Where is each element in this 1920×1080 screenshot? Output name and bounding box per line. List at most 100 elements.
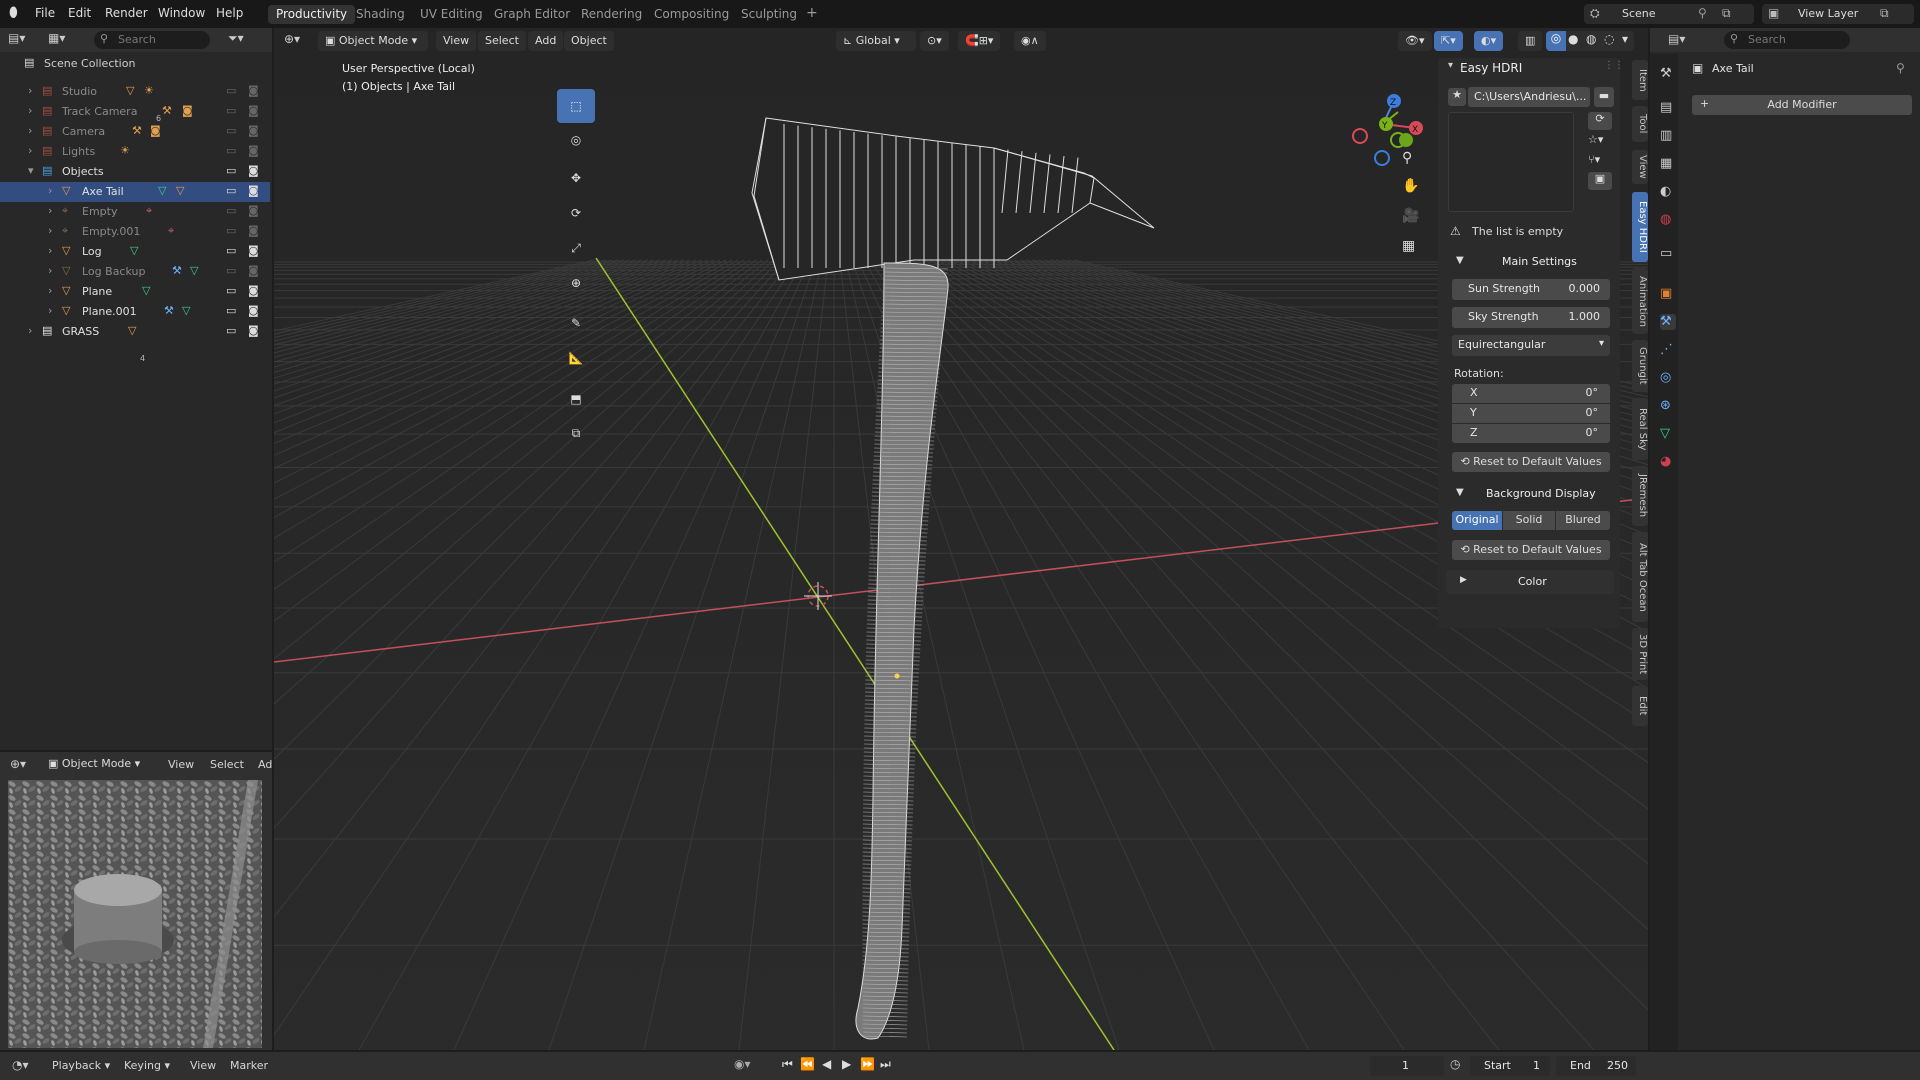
- gizmo-toggle-icon[interactable]: ⇱▾: [1434, 31, 1463, 51]
- viewport-visibility-icon[interactable]: ▭: [226, 204, 236, 217]
- favorite-icon[interactable]: ★: [1448, 88, 1466, 106]
- render-visibility-icon[interactable]: ◙: [248, 244, 259, 257]
- scene-selector[interactable]: ⛭ Scene ⚲ ⧉: [1584, 4, 1754, 24]
- auto-keying-icon[interactable]: ◉▾: [734, 1057, 751, 1071]
- tab-productivity[interactable]: Productivity: [268, 5, 356, 24]
- viewport-visibility-icon[interactable]: ▭: [226, 264, 236, 277]
- sidebar-tab-edit[interactable]: Edit: [1632, 686, 1648, 726]
- bg-option-solid[interactable]: Solid: [1503, 511, 1555, 530]
- outliner-row[interactable]: › ▽ Plane.001 ▭ ◙: [0, 302, 270, 322]
- render-visibility-icon[interactable]: ◙: [248, 224, 259, 237]
- outliner-row[interactable]: › ⌖ Empty.001 ▭ ◙: [0, 222, 270, 242]
- render-visibility-icon[interactable]: ◙: [248, 164, 259, 177]
- editor-type-icon[interactable]: ◔▾: [12, 1058, 29, 1072]
- bg-option-original[interactable]: Original: [1452, 511, 1502, 530]
- wireframe-shading-icon[interactable]: ◎: [1546, 31, 1566, 51]
- sidebar-tab-tool[interactable]: Tool: [1632, 106, 1648, 142]
- chevron-right-icon[interactable]: ›: [28, 324, 32, 337]
- sky-strength-field[interactable]: Sky Strength 1.000: [1452, 307, 1610, 328]
- folder-icon[interactable]: ▬: [1594, 87, 1614, 107]
- render-visibility-icon[interactable]: ◙: [248, 84, 259, 97]
- physics-icon[interactable]: ◎: [1660, 370, 1676, 386]
- select-box-tool[interactable]: ⬚: [557, 89, 595, 123]
- render-visibility-icon[interactable]: ◙: [248, 104, 259, 117]
- transform-tool[interactable]: ⊕: [557, 266, 595, 300]
- chevron-right-icon[interactable]: ›: [48, 264, 52, 277]
- sidebar-tab-jremesh[interactable]: JRemesh: [1632, 466, 1648, 526]
- chevron-right-icon[interactable]: ›: [48, 244, 52, 257]
- sidebar-tab-real-sky[interactable]: Real Sky: [1632, 398, 1648, 460]
- outliner-row[interactable]: › ⌖ Empty ▭ ◙: [0, 202, 270, 222]
- render-visibility-icon[interactable]: ◙: [248, 264, 259, 277]
- outliner-search-input[interactable]: ⚲ Search: [94, 31, 210, 49]
- editor-type-icon[interactable]: ▤▾: [1668, 32, 1685, 46]
- sidebar-tab-3d-print[interactable]: 3D Print: [1632, 628, 1648, 680]
- render-icon[interactable]: ▤: [1660, 100, 1676, 116]
- editor-type-icon[interactable]: ⊕▾: [284, 32, 300, 46]
- rotation-x-field[interactable]: X 0°: [1452, 384, 1610, 403]
- outliner-row[interactable]: › ▤ Studio ▭ ◙: [0, 82, 270, 102]
- reset-main-settings-button[interactable]: ⟲ Reset to Default Values: [1452, 452, 1610, 472]
- tool-icon[interactable]: ⚒: [1660, 66, 1676, 82]
- rotation-y-field[interactable]: Y 0°: [1452, 404, 1610, 423]
- preview-menu-select[interactable]: Select: [210, 758, 244, 771]
- overlays-icon[interactable]: ◐▾: [1474, 31, 1504, 51]
- sidebar-tab-alt-tab-ocean[interactable]: Alt Tab Ocean: [1632, 532, 1648, 622]
- hdri-path-field[interactable]: C:\Users\Andriesu\...: [1468, 87, 1590, 107]
- move-tool[interactable]: ✥: [557, 161, 595, 195]
- view-layer-icon[interactable]: ▦: [1660, 156, 1676, 172]
- filter-icon[interactable]: ⏷▾: [228, 31, 244, 46]
- add-cube-tool[interactable]: ⬒: [557, 382, 595, 416]
- menu-keying[interactable]: Keying ▾: [124, 1059, 170, 1072]
- viewport-visibility-icon[interactable]: ▭: [226, 184, 236, 197]
- pan-icon[interactable]: ✋: [1402, 178, 1419, 194]
- preview-range-icon[interactable]: ◷: [1450, 1057, 1460, 1071]
- viewport-visibility-icon[interactable]: ▭: [226, 124, 236, 137]
- cursor-tool[interactable]: ◎: [557, 123, 595, 157]
- chevron-right-icon[interactable]: ›: [28, 104, 32, 117]
- sidebar-tab-easy-hdri[interactable]: Easy HDRI: [1632, 192, 1648, 262]
- chevron-right-icon[interactable]: ›: [48, 304, 52, 317]
- data-icon[interactable]: ▽: [1660, 426, 1676, 442]
- material-shading-icon[interactable]: ◍: [1586, 32, 1596, 46]
- menu-object[interactable]: Object: [564, 31, 614, 51]
- favorites-menu-icon[interactable]: ☆▾: [1588, 133, 1603, 146]
- next-keyframe-icon[interactable]: ⏩: [860, 1057, 875, 1071]
- menu-render[interactable]: Render: [105, 6, 148, 20]
- outliner-row[interactable]: › ▤ Track Camera ▭ ◙: [0, 102, 270, 122]
- mode-selector[interactable]: ▣ Object Mode ▾: [318, 31, 428, 51]
- properties-search-input[interactable]: ⚲ Search: [1724, 31, 1850, 49]
- play-icon[interactable]: ▶: [842, 1057, 851, 1071]
- tab-rendering[interactable]: Rendering: [573, 5, 650, 24]
- menu-playback[interactable]: Playback ▾: [52, 1059, 110, 1072]
- world-icon[interactable]: ◍: [1660, 212, 1676, 228]
- menu-file[interactable]: File: [35, 6, 55, 20]
- play-reverse-icon[interactable]: ◀: [822, 1057, 831, 1071]
- collection-icon[interactable]: ▭: [1660, 246, 1676, 262]
- refresh-icon[interactable]: ⟳: [1588, 112, 1612, 130]
- modifier-icon[interactable]: ⚒: [1660, 314, 1676, 330]
- chevron-right-icon[interactable]: ›: [28, 84, 32, 97]
- view-layer-selector[interactable]: ▣ View Layer ⧉: [1762, 4, 1914, 24]
- current-frame-field[interactable]: 1: [1370, 1056, 1444, 1076]
- menu-window[interactable]: Window: [158, 6, 205, 20]
- preview-mode-selector[interactable]: ▣ Object Mode ▾: [48, 757, 140, 770]
- preview-menu-add[interactable]: Ad: [258, 758, 272, 771]
- sidebar-tab-item[interactable]: Item: [1632, 60, 1648, 100]
- projection-dropdown[interactable]: Equirectangular ▾: [1452, 335, 1610, 356]
- render-preview-icon[interactable]: ▣: [1588, 172, 1612, 190]
- tab-uv-editing[interactable]: UV Editing: [412, 5, 491, 24]
- viewport-visibility-icon[interactable]: ▭: [226, 84, 236, 97]
- tab-compositing[interactable]: Compositing: [646, 5, 737, 24]
- proportional-edit-icon[interactable]: ◉∧: [1014, 31, 1046, 51]
- sun-strength-field[interactable]: Sun Strength 0.000: [1452, 279, 1610, 300]
- solid-shading-icon[interactable]: ●: [1568, 32, 1578, 46]
- scale-tool[interactable]: ⤢: [557, 231, 595, 265]
- rotate-tool[interactable]: ⟳: [557, 196, 595, 230]
- menu-marker[interactable]: Marker: [230, 1059, 268, 1072]
- end-frame-field[interactable]: End 250: [1556, 1056, 1636, 1076]
- constraints-icon[interactable]: ⊛: [1660, 398, 1676, 414]
- jump-start-icon[interactable]: ⏮: [782, 1057, 793, 1072]
- outliner-row[interactable]: › ▤ Lights ▭ ◙: [0, 142, 270, 162]
- render-visibility-icon[interactable]: ◙: [248, 144, 259, 157]
